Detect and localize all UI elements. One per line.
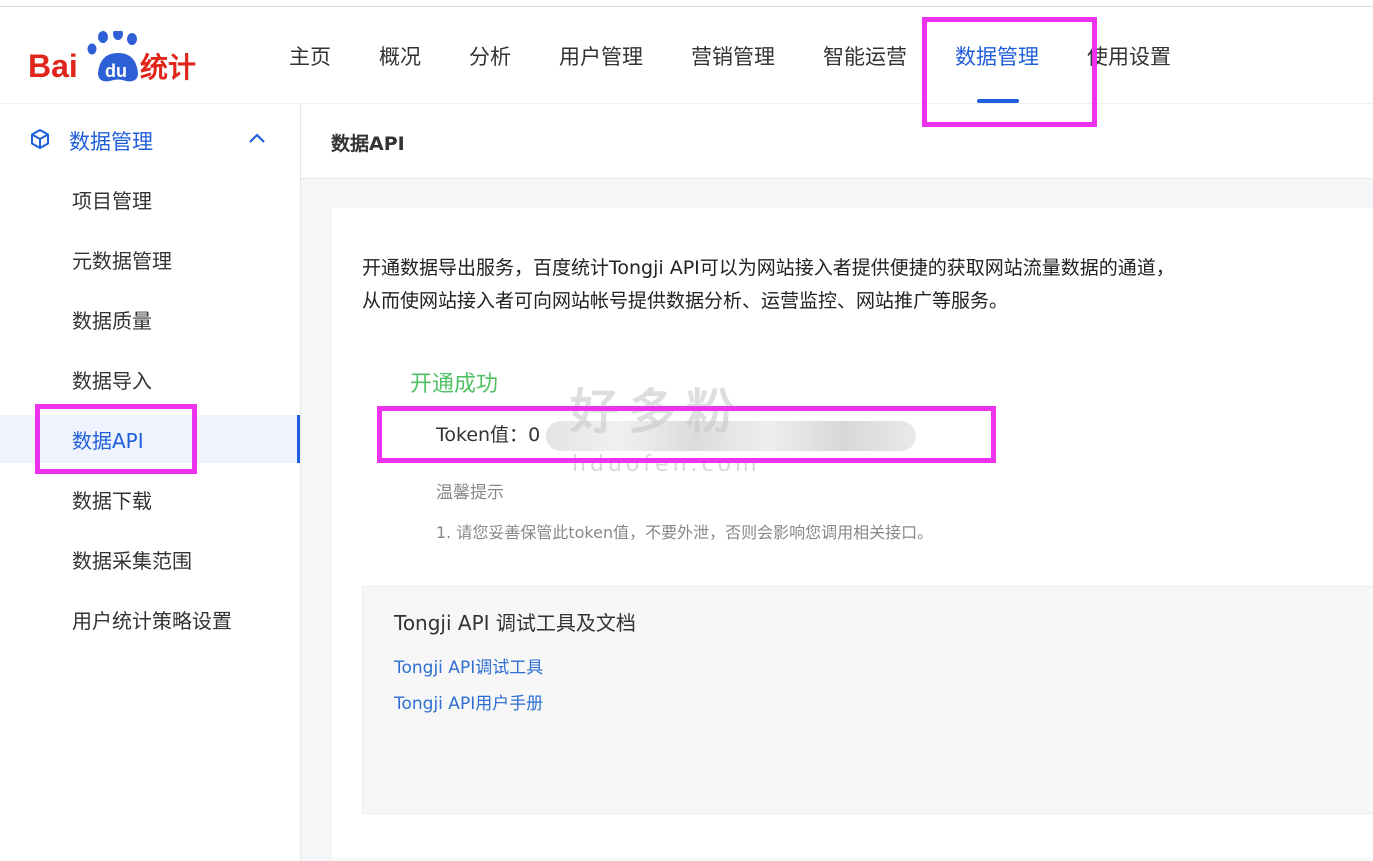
top-header: Bai du 统计 主页 概况 分析 用户管理 营销管理 智能运营 数据管理 使…	[0, 7, 1373, 103]
sidebar-item-data-import[interactable]: 数据导入	[0, 355, 300, 403]
sidebar-item-label: 元数据管理	[72, 249, 172, 273]
chevron-up-icon[interactable]	[246, 130, 268, 146]
svg-text:Bai: Bai	[28, 48, 78, 84]
api-card: 开通数据导出服务，百度统计Tongji API可以为网站接入者提供便捷的获取网站…	[332, 208, 1373, 858]
status-success: 开通成功	[410, 372, 499, 397]
intro-line-2: 从而使网站接入者可向网站帐号提供数据分析、运营监控、网站推广等服务。	[362, 290, 1009, 312]
svg-text:统计: 统计	[140, 51, 196, 84]
top-border	[0, 0, 1373, 7]
tips-title: 温馨提示	[436, 483, 504, 503]
tools-panel: Tongji API 调试工具及文档 Tongji API调试工具 Tongji…	[362, 586, 1373, 814]
sidebar-item-metadata[interactable]: 元数据管理	[0, 235, 300, 283]
token-row: Token值：0	[436, 420, 917, 451]
nav-settings[interactable]: 使用设置	[1087, 41, 1171, 71]
sidebar-item-collection-scope[interactable]: 数据采集范围	[0, 535, 300, 583]
token-value-blurred	[546, 420, 917, 451]
intro-line-1: 开通数据导出服务，百度统计Tongji API可以为网站接入者提供便捷的获取网站…	[362, 257, 1175, 279]
sidebar-item-data-api[interactable]: 数据API	[0, 415, 300, 463]
sidebar-group-label: 数据管理	[69, 130, 153, 154]
svg-text:du: du	[105, 61, 127, 81]
nav-active-indicator	[977, 99, 1019, 103]
baidu-tongji-logo[interactable]: Bai du 统计	[28, 28, 208, 91]
nav-marketing[interactable]: 营销管理	[691, 41, 775, 71]
sidebar-item-user-stats-strategy[interactable]: 用户统计策略设置	[0, 595, 300, 643]
sidebar-item-label: 用户统计策略设置	[72, 609, 232, 633]
intro-text: 开通数据导出服务，百度统计Tongji API可以为网站接入者提供便捷的获取网站…	[362, 252, 1362, 318]
nav-analysis[interactable]: 分析	[469, 41, 511, 71]
sidebar-item-label: 数据下载	[72, 489, 152, 513]
tools-title: Tongji API 调试工具及文档	[394, 611, 636, 635]
nav-home[interactable]: 主页	[289, 41, 331, 71]
sidebar-item-label: 数据API	[72, 429, 144, 453]
nav-smart-ops[interactable]: 智能运营	[823, 41, 907, 71]
token-label: Token值：	[436, 424, 529, 446]
tips-text: 1. 请您妥善保管此token值，不要外泄，否则会影响您调用相关接口。	[436, 523, 934, 542]
link-api-user-manual[interactable]: Tongji API用户手册	[394, 689, 543, 714]
sidebar-item-data-download[interactable]: 数据下载	[0, 475, 300, 523]
page-title: 数据API	[331, 133, 405, 155]
sidebar-item-project-management[interactable]: 项目管理	[0, 175, 300, 223]
token-value-prefix: 0	[528, 424, 541, 446]
cube-icon	[31, 129, 49, 149]
sidebar-item-label: 数据质量	[72, 309, 152, 333]
sidebar: 数据管理 项目管理 元数据管理 数据质量 数据导入 数据API 数据下载 数据采…	[0, 104, 301, 861]
nav-overview[interactable]: 概况	[379, 41, 421, 71]
sidebar-item-label: 项目管理	[72, 189, 152, 213]
link-api-debug-tool[interactable]: Tongji API调试工具	[394, 653, 543, 678]
content-header: 数据API	[301, 104, 1373, 179]
nav-user-management[interactable]: 用户管理	[559, 41, 643, 71]
sidebar-item-label: 数据采集范围	[72, 549, 192, 573]
sidebar-item-data-quality[interactable]: 数据质量	[0, 295, 300, 343]
nav-data-management[interactable]: 数据管理	[955, 41, 1039, 71]
sidebar-group-data-management[interactable]: 数据管理	[0, 104, 300, 174]
sidebar-item-label: 数据导入	[72, 369, 152, 393]
